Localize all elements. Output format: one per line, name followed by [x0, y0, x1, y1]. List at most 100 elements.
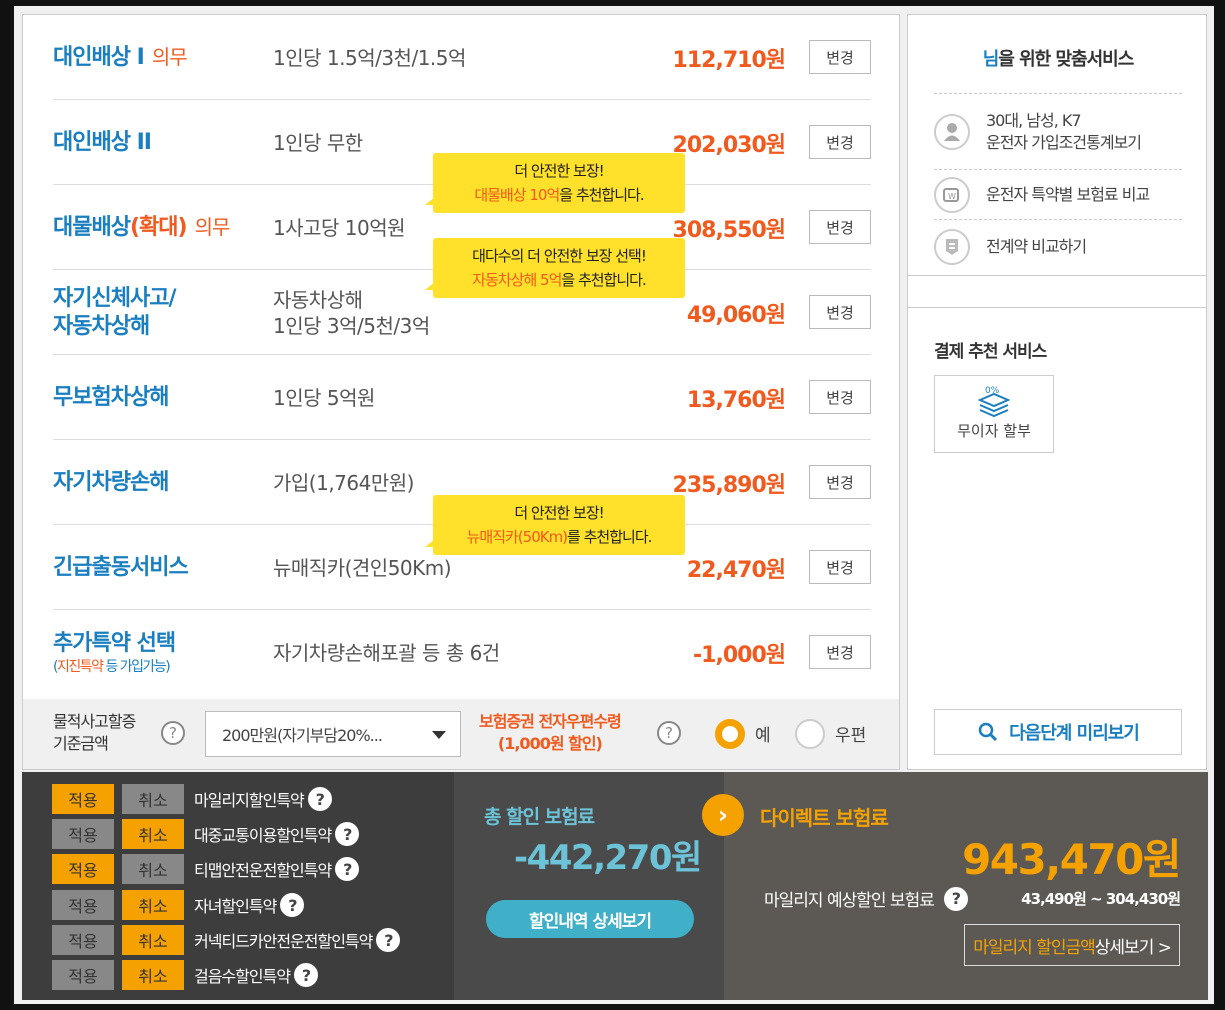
radio-yes-label: 예: [755, 726, 771, 746]
change-button[interactable]: 변경: [809, 210, 871, 244]
coverage-price: 202,030원: [672, 132, 786, 158]
mileage-detail-button[interactable]: 마일리지 할인금액 상세보기 >: [964, 924, 1180, 966]
change-button[interactable]: 변경: [809, 295, 871, 329]
chevron-down-icon: [432, 731, 446, 739]
coverage-name: 대인배상 I 의무: [53, 45, 188, 70]
total-discount-label: 총 할인 보험료: [484, 806, 595, 828]
change-button[interactable]: 변경: [809, 550, 871, 584]
coverage-name: 자기차량손해: [53, 469, 169, 495]
coverage-name: 긴급출동서비스: [53, 554, 189, 580]
change-button[interactable]: 변경: [809, 635, 871, 669]
coverage-desc: 가입(1,764만원): [273, 470, 414, 495]
cancel-button[interactable]: 취소: [122, 784, 184, 814]
coverage-desc: 1인당 무한: [273, 130, 363, 155]
recommend-tooltip: 대다수의 더 안전한 보장 선택! 자동차상해 5억을 추천합니다.: [425, 238, 685, 298]
coverage-price: 13,760원: [686, 387, 786, 413]
cancel-button[interactable]: 취소: [122, 890, 184, 920]
apply-button[interactable]: 적용: [52, 854, 114, 884]
coverage-row-additional: 추가특약 선택 (지진특약 등 가입가능) 자기차량손해포괄 등 총 6건 -1,…: [53, 610, 871, 695]
mileage-range: 43,490원 ~ 304,430원: [1021, 890, 1181, 908]
coverage-price: 308,550원: [672, 217, 786, 243]
discount-row: 적용 취소 마일리지할인특약?: [52, 784, 332, 814]
apply-button[interactable]: 적용: [52, 960, 114, 990]
coverage-desc: 자동차상해 1인당 3억/5천/3억: [273, 287, 430, 338]
property-surcharge-label: 물적사고할증 기준금액: [53, 712, 136, 753]
sidebar-item-driver-stats[interactable]: 30대, 남성, K7 운전자 가입조건통계보기: [934, 93, 1182, 169]
mileage-label: 마일리지 예상할인 보험료: [764, 891, 935, 911]
help-icon[interactable]: ?: [335, 857, 360, 881]
apply-button[interactable]: 적용: [52, 925, 114, 955]
apply-button[interactable]: 적용: [52, 784, 114, 814]
help-icon[interactable]: ?: [943, 886, 968, 911]
radio-mail-label: 우편: [835, 726, 867, 746]
discount-bar: 적용 취소 마일리지할인특약? 적용 취소 대중교통이용할인특약? 적용 취소 …: [22, 772, 1208, 1000]
radio-yes[interactable]: [715, 719, 745, 749]
coverage-name: 대인배상 II: [53, 129, 152, 155]
installment-icon: 0%: [935, 386, 1053, 420]
next-step-preview-button[interactable]: 다음단계 미리보기: [934, 709, 1182, 755]
cancel-button[interactable]: 취소: [122, 925, 184, 955]
total-discount-value: -442,270원: [514, 838, 702, 878]
compare-icon: W: [934, 176, 970, 213]
discount-row: 적용 취소 티맵안전운전할인특약?: [52, 854, 360, 884]
discount-row: 적용 취소 자녀할인특약?: [52, 890, 305, 920]
recommend-tooltip: 더 안전한 보장! 뉴매직카(50Km)를 추천합니다.: [425, 495, 685, 555]
coverage-name: 무보험차상해: [53, 384, 169, 410]
coverage-price: 22,470원: [686, 557, 786, 583]
direct-premium-value: 943,470원: [962, 835, 1181, 884]
coverage-price: 112,710원: [672, 47, 786, 73]
coverage-price: 49,060원: [686, 302, 786, 328]
total-discount-panel: 총 할인 보험료 -442,270원 할인내역 상세보기: [454, 772, 724, 1000]
person-icon: [934, 113, 970, 150]
coverage-name: 대물배상(확대) 의무: [53, 215, 231, 240]
help-icon[interactable]: ?: [376, 928, 401, 952]
help-icon[interactable]: ?: [280, 893, 305, 917]
required-tag: 의무: [151, 45, 188, 69]
help-icon[interactable]: ?: [307, 787, 332, 811]
coverage-name: 추가특약 선택 (지진특약 등 가입가능): [53, 630, 176, 675]
coverage-price: 235,890원: [672, 472, 786, 498]
help-icon[interactable]: ?: [657, 721, 681, 745]
option-bar: 물적사고할증 기준금액 ? 200만원(자기부담20%... 보험증권 전자우편수…: [23, 699, 899, 769]
search-icon: [978, 722, 998, 742]
coverage-panel: 대인배상 I 의무 1인당 1.5억/3천/1.5억 112,710원 변경 대인…: [22, 14, 900, 770]
apply-button[interactable]: 적용: [52, 819, 114, 849]
coverage-row-uninsured: 무보험차상해 1인당 5억원 13,760원 변경: [53, 355, 871, 440]
coverage-desc: 1인당 5억원: [273, 385, 375, 410]
coverage-row-bodily-1: 대인배상 I 의무 1인당 1.5억/3천/1.5억 112,710원 변경: [53, 15, 871, 100]
divider: [908, 307, 1206, 308]
discount-detail-button[interactable]: 할인내역 상세보기: [486, 900, 694, 938]
apply-button[interactable]: 적용: [52, 890, 114, 920]
coverage-desc: 뉴매직카(견인50Km): [273, 555, 452, 580]
change-button[interactable]: 변경: [809, 40, 871, 74]
cancel-button[interactable]: 취소: [122, 960, 184, 990]
svg-text:W: W: [948, 192, 956, 201]
help-icon[interactable]: ?: [294, 963, 319, 987]
divider: [908, 275, 1206, 276]
help-icon[interactable]: ?: [161, 721, 185, 745]
coverage-sub: (지진특약 등 가입가능): [53, 658, 171, 675]
help-icon[interactable]: ?: [335, 822, 360, 846]
installment-button[interactable]: 0% 무이자 할부: [934, 375, 1054, 453]
coverage-desc: 1인당 1.5억/3천/1.5억: [273, 45, 466, 70]
coverage-desc: 1사고당 10억원: [273, 215, 406, 240]
direct-premium-label: 다이렉트 보험료: [760, 806, 889, 830]
change-button[interactable]: 변경: [809, 125, 871, 159]
document-icon: [934, 228, 970, 265]
ecert-label: 보험증권 전자우편수령 (1,000원 할인): [479, 712, 622, 753]
sidebar-item-prev-contract[interactable]: 전계약 비교하기: [934, 219, 1182, 273]
property-surcharge-select[interactable]: 200만원(자기부담20%...: [205, 711, 461, 757]
change-button[interactable]: 변경: [809, 465, 871, 499]
coverage-price: -1,000원: [693, 642, 786, 668]
sidebar-item-rider-compare[interactable]: W 운전자 특약별 보험료 비교: [934, 169, 1182, 219]
required-tag: 의무: [194, 215, 231, 239]
cancel-button[interactable]: 취소: [122, 819, 184, 849]
coverage-desc: 자기차량손해포괄 등 총 6건: [273, 640, 500, 665]
direct-premium-panel: › 다이렉트 보험료 943,470원 마일리지 예상할인 보험료? 43,49…: [702, 772, 1208, 1000]
change-button[interactable]: 변경: [809, 380, 871, 414]
chevron-right-icon: ›: [702, 794, 744, 836]
coverage-name: 자기신체사고/자동차상해: [53, 285, 176, 339]
discount-row: 적용 취소 대중교통이용할인특약?: [52, 819, 360, 849]
radio-mail[interactable]: [795, 719, 825, 749]
cancel-button[interactable]: 취소: [122, 854, 184, 884]
